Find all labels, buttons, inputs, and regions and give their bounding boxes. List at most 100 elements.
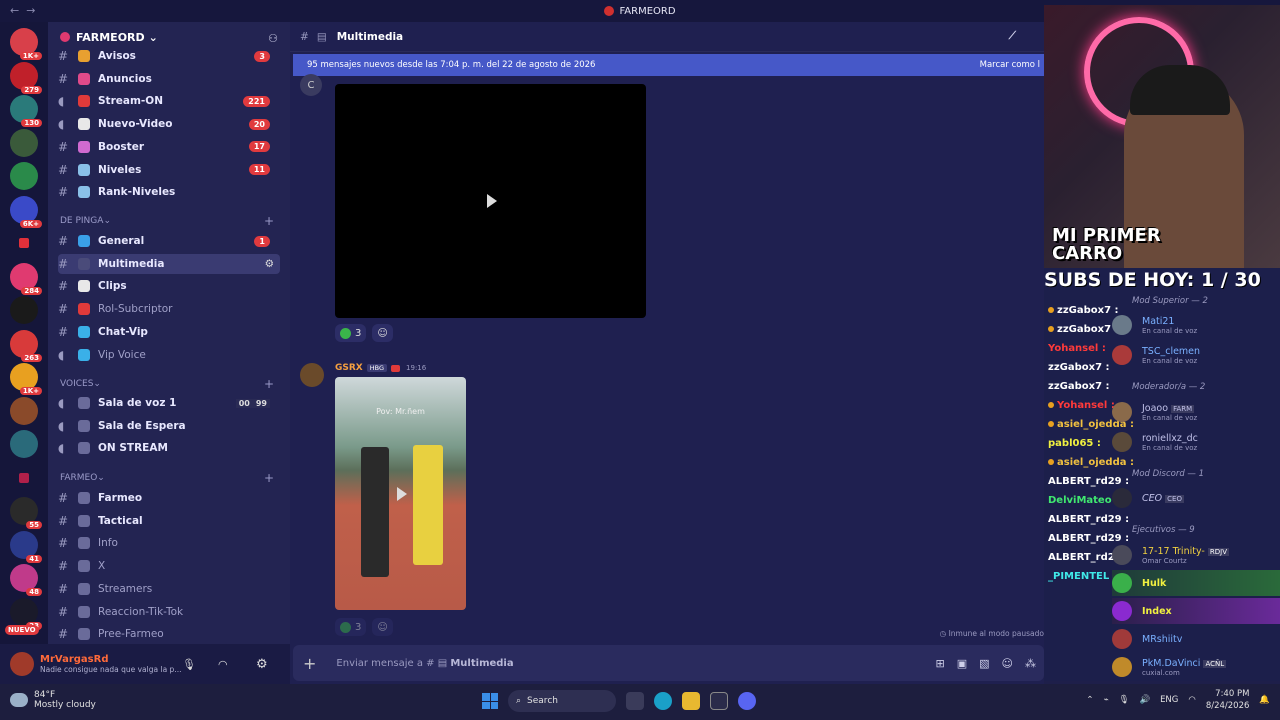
server-icon[interactable] (10, 396, 38, 425)
clock[interactable]: 7:40 PM 8/24/2026 (1206, 688, 1250, 712)
member-item[interactable]: Index (1112, 598, 1280, 624)
add-reaction-button[interactable]: ☺ (372, 618, 393, 636)
server-icon[interactable] (10, 430, 38, 458)
channel-item[interactable]: # Rol-Subcriptor (58, 299, 280, 319)
member-item[interactable]: TSC_clemen En canal de voz (1112, 342, 1280, 368)
channel-item[interactable]: # General 1 (58, 231, 280, 251)
member-item[interactable]: Mati21 En canal de voz (1112, 312, 1280, 338)
avatar[interactable] (10, 652, 34, 676)
channel-item[interactable]: # Info (58, 533, 280, 553)
volume-icon[interactable]: 🔊 (1139, 695, 1150, 705)
server-icon[interactable] (10, 296, 38, 324)
settings-icon[interactable]: ⚙ (256, 657, 268, 672)
reaction-check[interactable]: 3 (335, 324, 367, 342)
attach-icon[interactable]: + (303, 654, 316, 673)
member-item[interactable]: Joaoo FARM En canal de voz (1112, 399, 1280, 425)
channel-item[interactable]: # Farmeo (58, 488, 280, 508)
server-icon[interactable] (19, 472, 29, 483)
mic-icon[interactable]: 🎙 (1119, 695, 1130, 705)
member-item[interactable]: roniellxz_dc En canal de voz (1112, 429, 1280, 455)
video-attachment[interactable]: Pov: Mr.ñem (335, 377, 466, 610)
channel-item[interactable]: # Clips (58, 276, 280, 296)
server-icon[interactable] (19, 238, 29, 248)
server-icon[interactable]: 48 (10, 564, 42, 596)
server-icon[interactable]: 130 (10, 95, 42, 127)
channel-item[interactable]: ◖ Stream-ON 221 (58, 91, 280, 111)
message-input[interactable]: Enviar mensaje a # ▤ Multimedia (336, 658, 513, 669)
language[interactable]: ENG (1160, 695, 1178, 705)
category-header[interactable]: FARMEO ⌄ + (60, 471, 280, 485)
channel-item[interactable]: ◖ ON STREAM (58, 438, 280, 458)
member-item[interactable]: Hulk (1112, 570, 1280, 596)
server-icon[interactable]: 1K+ (10, 28, 42, 60)
member-item[interactable]: CEO CEO (1112, 485, 1280, 511)
app-icon[interactable] (710, 692, 728, 710)
server-icon[interactable]: 23 (10, 597, 42, 630)
channel-item[interactable]: ◖ Vip Voice (58, 345, 280, 365)
server-icon[interactable]: 279 (10, 61, 42, 94)
discord-icon[interactable] (738, 692, 756, 710)
notification-icon[interactable]: 🔔 (1259, 695, 1270, 705)
channel-item[interactable]: # Pree-Farmeo (58, 624, 280, 644)
member-item[interactable]: PkM.DaVinci ACÑL cuxial.com (1112, 654, 1280, 680)
threads-icon[interactable]: ⟋ (1009, 30, 1016, 43)
channel-item[interactable]: ◖ Sala de voz 1 00 99 (58, 393, 280, 413)
add-channel-icon[interactable]: + (264, 377, 274, 391)
gif-icon[interactable]: ▣ (957, 657, 967, 670)
chevron-up-icon[interactable]: ⌃ (1086, 695, 1093, 705)
new-messages-bar[interactable]: 95 mensajes nuevos desde las 7:04 p. m. … (293, 54, 1044, 76)
settings-icon[interactable]: ⚙ (265, 258, 274, 270)
apps-icon[interactable]: ⁂ (1025, 657, 1036, 670)
server-icon[interactable]: 1K+ (10, 363, 42, 395)
play-icon[interactable] (397, 487, 407, 501)
channel-item[interactable]: # Rank-Niveles (58, 182, 280, 202)
channel-item[interactable]: # X (58, 556, 280, 576)
server-icon[interactable]: 55 (10, 497, 42, 529)
video-attachment[interactable] (335, 84, 646, 318)
sticker-icon[interactable]: ▧ (979, 657, 989, 670)
server-icon[interactable] (10, 162, 38, 190)
channel-item[interactable]: # Anuncios (58, 69, 280, 89)
play-icon[interactable] (487, 194, 497, 208)
server-icon[interactable] (10, 128, 38, 157)
channel-item[interactable]: # Booster 17 (58, 137, 280, 157)
wifi-icon[interactable]: ◠ (1188, 695, 1195, 705)
edge-icon[interactable] (654, 692, 672, 710)
message-author[interactable]: GSRX (335, 363, 363, 373)
server-icon[interactable]: 284 (10, 262, 42, 295)
channel-item[interactable]: # Avisos 3 (58, 46, 280, 66)
channel-item[interactable]: # Streamers (58, 579, 280, 599)
member-item[interactable]: 17-17 Trinity- RDJV Omar Courtz (1112, 542, 1280, 568)
message-composer[interactable]: + Enviar mensaje a # ▤ Multimedia ⊞ ▣ ▧ … (293, 645, 1044, 681)
avatar[interactable]: C (300, 74, 322, 96)
channel-item[interactable]: # Multimedia ⚙ (58, 253, 280, 274)
start-button[interactable] (482, 693, 498, 709)
channel-item[interactable]: # Niveles 11 (58, 160, 280, 180)
server-icon[interactable]: 41 (10, 530, 42, 563)
nav-arrows[interactable]: ← → (10, 4, 35, 17)
microphone-icon[interactable]: 🎙 (182, 658, 196, 671)
reaction-check[interactable]: 3 (335, 618, 367, 636)
member-item[interactable]: MRshiitv (1112, 626, 1280, 652)
emoji-icon[interactable]: ☺ (1002, 657, 1013, 670)
server-icon[interactable]: 6K+ (10, 195, 42, 228)
add-channel-icon[interactable]: + (264, 214, 274, 228)
channel-item[interactable]: ◖ Nuevo-Video 20 (58, 114, 280, 134)
folder-icon[interactable] (682, 692, 700, 710)
taskview-icon[interactable] (626, 692, 644, 710)
gift-icon[interactable]: ⊞ (936, 657, 945, 670)
add-reaction-button[interactable]: ☺ (372, 324, 393, 342)
avatar[interactable] (300, 363, 324, 387)
weather-widget[interactable]: 84°F Mostly cloudy (10, 690, 96, 710)
mark-read-button[interactable]: Marcar como l (980, 60, 1040, 70)
category-header[interactable]: DE PINGA ⌄ + (60, 214, 280, 228)
network-icon[interactable]: ⌁ (1104, 695, 1109, 705)
channel-item[interactable]: ◖ Sala de Espera (58, 416, 280, 436)
channel-item[interactable]: # Tactical (58, 511, 280, 531)
channel-item[interactable]: # Reaccion-Tik-Tok (58, 602, 280, 622)
headphones-icon[interactable]: ◠ (218, 658, 228, 671)
invite-icon[interactable]: ⚇ (268, 32, 278, 45)
search-box[interactable]: ⌕ Search (508, 690, 616, 712)
channel-item[interactable]: # Chat-Vip (58, 322, 280, 342)
add-channel-icon[interactable]: + (264, 471, 274, 485)
